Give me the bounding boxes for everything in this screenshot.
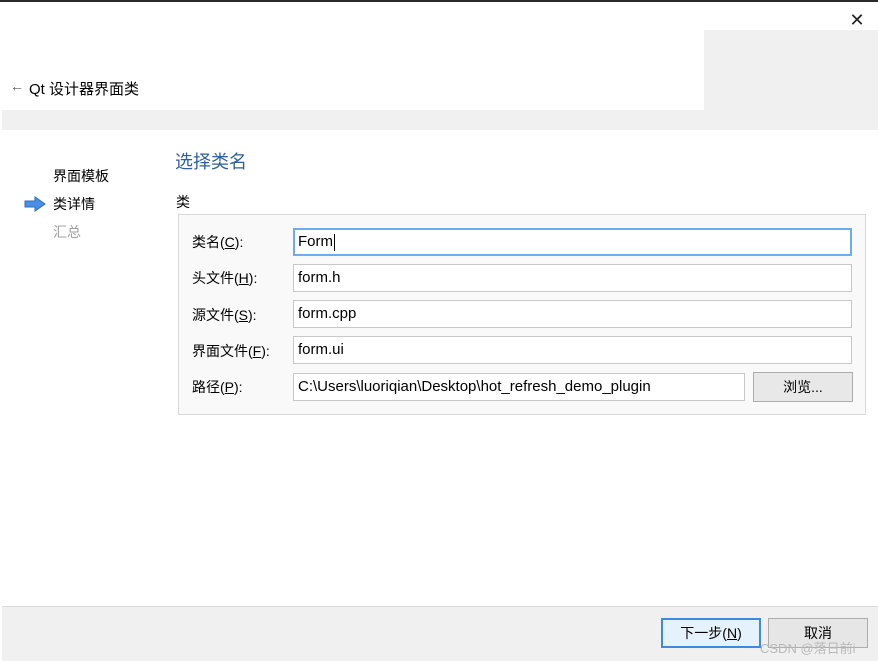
page-title: 选择类名 xyxy=(175,152,247,172)
text-caret xyxy=(334,233,335,251)
step-interface-template: 界面模板 xyxy=(24,166,109,194)
wizard-title: Qt 设计器界面类 xyxy=(29,81,140,98)
path-input[interactable]: C:\Users\luoriqian\Desktop\hot_refresh_d… xyxy=(293,373,745,401)
top-strip xyxy=(0,0,878,2)
step-label: 汇总 xyxy=(53,224,81,240)
header-gray-area xyxy=(704,30,878,110)
watermark: CSDN @落日前i xyxy=(760,641,856,656)
browse-button[interactable]: 浏览... xyxy=(753,372,853,402)
group-label: 类 xyxy=(176,194,190,210)
left-strip xyxy=(0,2,2,661)
ui-file-label: 界面文件(F): xyxy=(192,343,270,359)
close-icon[interactable]: ✕ xyxy=(846,9,868,31)
source-file-label: 源文件(S): xyxy=(192,307,257,323)
path-label: 路径(P): xyxy=(192,379,243,395)
source-file-input[interactable]: form.cpp xyxy=(293,300,852,328)
next-button[interactable]: 下一步(N) xyxy=(661,618,761,648)
current-step-arrow-icon xyxy=(24,196,46,212)
wizard-steps: 界面模板 类详情 汇总 xyxy=(24,166,109,250)
ui-file-input[interactable]: form.ui xyxy=(293,336,852,364)
step-label: 界面模板 xyxy=(53,168,109,184)
back-arrow-icon[interactable]: ← xyxy=(10,78,24,94)
class-name-label: 类名(C): xyxy=(192,234,244,250)
header-file-input[interactable]: form.h xyxy=(293,264,852,292)
class-name-input[interactable]: Form xyxy=(293,228,852,256)
step-label: 类详情 xyxy=(53,196,95,212)
header-separator xyxy=(2,110,878,130)
step-summary: 汇总 xyxy=(24,222,109,250)
header-file-label: 头文件(H): xyxy=(192,270,258,286)
step-class-details: 类详情 xyxy=(24,194,109,222)
